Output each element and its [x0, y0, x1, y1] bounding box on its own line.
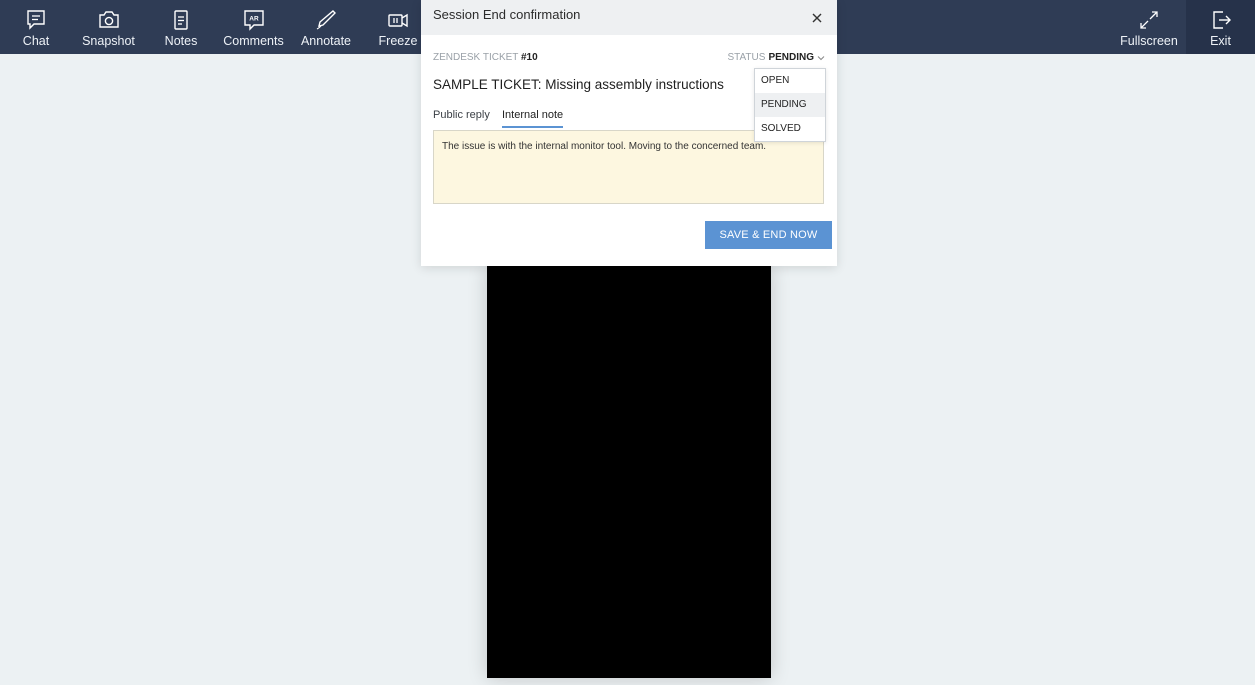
status-value: PENDING	[768, 52, 814, 63]
chat-label: Chat	[22, 34, 50, 48]
comments-button[interactable]: AR Comments	[222, 0, 285, 54]
ar-comment-icon: AR	[243, 10, 264, 31]
close-icon[interactable]	[807, 8, 827, 28]
ticket-subject: SAMPLE TICKET: Missing assembly instruct…	[433, 77, 724, 92]
ticket-number: #10	[521, 52, 538, 63]
camera-icon	[98, 11, 119, 28]
video-stream	[487, 266, 771, 678]
pen-icon	[316, 10, 336, 30]
freeze-label: Freeze	[378, 34, 418, 48]
ticket-id: ZENDESK TICKET #10	[433, 52, 538, 63]
status-label: STATUS	[727, 52, 766, 63]
fullscreen-button[interactable]: Fullscreen	[1120, 0, 1178, 54]
exit-label: Exit	[1210, 34, 1231, 48]
annotate-button[interactable]: Annotate	[300, 0, 352, 54]
status-dropdown: OPEN PENDING SOLVED	[754, 68, 826, 142]
ticket-prefix: ZENDESK TICKET	[433, 52, 519, 63]
status-option-open[interactable]: OPEN	[755, 69, 825, 93]
chat-button[interactable]: Chat	[22, 0, 50, 54]
freeze-button[interactable]: Freeze	[378, 0, 418, 54]
tab-public-reply[interactable]: Public reply	[433, 109, 490, 126]
status-option-pending[interactable]: PENDING	[755, 93, 825, 117]
dialog-title: Session End confirmation	[433, 7, 581, 22]
notes-button[interactable]: Notes	[163, 0, 199, 54]
notes-label: Notes	[164, 34, 198, 48]
chat-icon	[27, 10, 45, 30]
fullscreen-label: Fullscreen	[1120, 34, 1178, 48]
chevron-down-icon	[817, 55, 825, 60]
snapshot-button[interactable]: Snapshot	[82, 0, 135, 54]
exit-button-inner[interactable]: Exit	[1186, 0, 1255, 54]
dialog-header: Session End confirmation	[421, 0, 837, 35]
exit-button[interactable]: Exit	[1186, 0, 1255, 54]
expand-icon	[1140, 11, 1158, 29]
notes-icon	[174, 10, 188, 30]
tab-internal-note[interactable]: Internal note	[502, 109, 564, 128]
comments-label: Comments	[223, 34, 284, 48]
freeze-icon	[388, 13, 408, 28]
status-select[interactable]: STATUS PENDING	[727, 52, 825, 63]
svg-text:AR: AR	[249, 16, 259, 23]
status-option-solved[interactable]: SOLVED	[755, 117, 825, 141]
save-end-now-button[interactable]: SAVE & END NOW	[705, 221, 832, 249]
logout-icon	[1212, 11, 1231, 29]
annotate-label: Annotate	[300, 34, 352, 48]
snapshot-label: Snapshot	[82, 34, 135, 48]
